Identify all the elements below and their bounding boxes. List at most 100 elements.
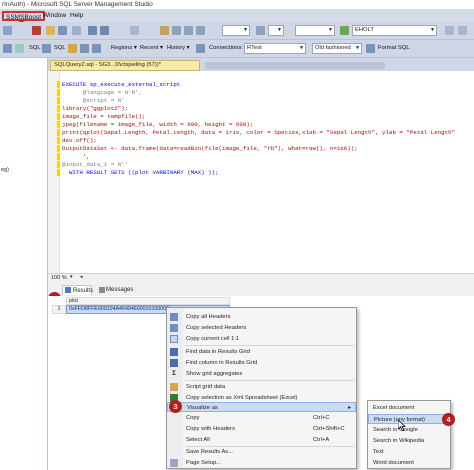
menu-item-label: Script grid data (186, 384, 225, 390)
menu-item-show-aggregates[interactable]: Σ Show grid aggregates (167, 369, 356, 379)
new-query-icon[interactable] (3, 26, 12, 35)
history-button[interactable]: History ▾ (165, 43, 192, 54)
mouse-cursor-icon (398, 420, 406, 431)
toolbar-icon[interactable] (184, 26, 193, 35)
toolbar-icon[interactable] (68, 44, 77, 53)
undo-icon[interactable] (88, 26, 97, 35)
toolbar-icon[interactable] (160, 26, 169, 35)
changed-line-marker (57, 145, 60, 152)
sql-button[interactable]: SQL (27, 43, 43, 54)
regions-button[interactable]: Regions ▾ (109, 43, 139, 54)
menu-item-copy-current-cell[interactable]: Copy current cell 1:1 (167, 334, 356, 344)
menu-item-visualize-as[interactable]: Visualize as ▸ (167, 402, 356, 412)
changed-line-marker (57, 105, 60, 112)
code-line: WITH RESULT SETS ((plot VARBINARY (MAX) … (62, 169, 219, 176)
menu-window[interactable]: Window (43, 12, 66, 19)
chevron-down-icon: ▼ (243, 27, 248, 33)
ssmsboost-toolbar: SQL SQL Regions ▾ Recent ▾ History ▾ Con… (0, 40, 474, 58)
debug-icon[interactable] (32, 26, 41, 35)
menu-item-page-setup[interactable]: Page Setup... (167, 458, 356, 468)
chevron-down-icon: ▼ (328, 27, 333, 33)
toolbar-icon[interactable] (130, 26, 139, 35)
code-line: OutputDataSet <- data.frame(data=readBin… (62, 145, 358, 152)
chevron-down-icon: ▼ (299, 45, 304, 51)
menu-item-label: Copy all Headers (186, 314, 231, 320)
changed-line-marker (57, 97, 60, 104)
menu-item-select-all[interactable]: Select All Ctrl+A (167, 435, 356, 445)
toolbar-icon[interactable] (445, 26, 454, 35)
page-setup-icon (170, 459, 178, 467)
toolbar-icon[interactable] (172, 26, 181, 35)
server-combo[interactable]: EHOLT ▼ (352, 25, 437, 36)
menu-item-save-results-as[interactable]: Save Results As... (167, 447, 356, 457)
title-bar: rInAuth) - Microsoft SQL Server Manageme… (0, 0, 474, 10)
submenu-item-search-google[interactable]: Search in Google (368, 425, 450, 435)
visualize-as-submenu: Excel document Picture (any format) Sear… (367, 400, 451, 469)
toolbar-icon[interactable] (92, 44, 101, 53)
toolbar-icon[interactable] (256, 26, 265, 35)
format-sql-icon[interactable] (366, 44, 375, 53)
menu-item-find-column[interactable]: Find column in Results Grid (167, 358, 356, 368)
code-line: EXECUTE sp_execute_external_script (62, 81, 181, 88)
menu-help[interactable]: Help (70, 12, 83, 19)
connection-combo[interactable]: RTest ▼ (244, 43, 306, 54)
format-style-combo[interactable]: Old fashioned ▼ (312, 43, 362, 54)
toolbar-icon[interactable] (15, 44, 24, 53)
code-line: jpeg(filename = image_file, width = 600,… (62, 121, 254, 128)
toolbar-icon[interactable] (196, 44, 205, 53)
toolbar-icon[interactable] (80, 44, 89, 53)
recent-button[interactable]: Recent ▾ (138, 43, 165, 54)
recent-label: Recent (140, 45, 159, 51)
menu-item-find-data[interactable]: Find data in Results Grid (167, 347, 356, 357)
messages-icon (99, 287, 105, 293)
menu-item-label: Save Results As... (186, 449, 234, 455)
sql-fav-button[interactable]: SQL (52, 43, 68, 54)
menu-item-copy-all-headers[interactable]: Copy all Headers (167, 312, 356, 322)
toolbar-icon[interactable] (196, 26, 205, 35)
scroll-left-icon[interactable]: ◂ (80, 274, 83, 280)
open-icon[interactable] (46, 26, 55, 35)
menu-item-script-grid-data[interactable]: Script grid data (167, 382, 356, 392)
zoom-level[interactable]: 100 % (51, 275, 67, 281)
toolbar-icon[interactable] (458, 26, 467, 35)
changed-line-marker (57, 137, 60, 144)
row-number[interactable]: 1 (52, 305, 66, 314)
menu-item-label: Page Setup... (186, 460, 222, 466)
menu-separator (185, 380, 355, 381)
menu-item-label: Select All (186, 437, 210, 443)
column-header-plot[interactable]: plot (66, 297, 230, 305)
save-all-icon[interactable] (72, 26, 81, 35)
results-context-menu: Copy all Headers Copy selected Headers C… (166, 307, 357, 469)
format-sql-button[interactable]: Format SQL (376, 43, 412, 54)
regions-label: Regions (111, 45, 133, 51)
toolbar-icon[interactable] (42, 44, 51, 53)
filter-icon[interactable] (340, 26, 349, 35)
toolbar-combo-blank[interactable]: ▼ (295, 25, 335, 36)
connections-label: Connections: (209, 45, 243, 51)
redo-icon[interactable] (100, 26, 109, 35)
chevron-down-icon[interactable]: ▾ (70, 274, 73, 280)
submenu-item-word-document[interactable]: Word document (368, 458, 450, 468)
code-line: @language = N'R', (62, 89, 143, 96)
object-explorer-item[interactable]: eg) (1, 167, 9, 173)
submenu-item-picture[interactable]: Picture (any format) (368, 414, 450, 424)
menu-bar: SSMSBoost Window Help (0, 10, 474, 22)
menu-item-copy-selected-headers[interactable]: Copy selected Headers (167, 323, 356, 333)
toolbar-combo[interactable]: ▼ (222, 25, 250, 36)
toolbar-combo-small[interactable]: ▼ (268, 25, 284, 36)
object-explorer-pane: eg) (0, 58, 48, 470)
menu-item-copy-with-headers[interactable]: Copy with Headers Ctrl+Shift+C (167, 424, 356, 434)
submenu-item-excel-document[interactable]: Excel document (368, 403, 450, 413)
history-label: History (167, 45, 186, 51)
chevron-down-icon: ▼ (355, 45, 360, 51)
menu-ssmsboost[interactable]: SSMSBoost (2, 11, 46, 21)
save-icon[interactable] (58, 26, 67, 35)
menu-item-copy[interactable]: Copy Ctrl+C (167, 413, 356, 423)
script-grid-icon (170, 383, 178, 391)
document-tab[interactable]: SQLQuery2.sql - SG3...D\ctsjseling (57))… (50, 60, 200, 71)
submenu-item-search-wikipedia[interactable]: Search in Wikipedia (368, 436, 450, 446)
toolbar-icon[interactable] (3, 44, 12, 53)
submenu-item-text[interactable]: Text (368, 447, 450, 457)
changed-line-marker (57, 161, 60, 168)
blurred-tab[interactable] (205, 62, 385, 69)
